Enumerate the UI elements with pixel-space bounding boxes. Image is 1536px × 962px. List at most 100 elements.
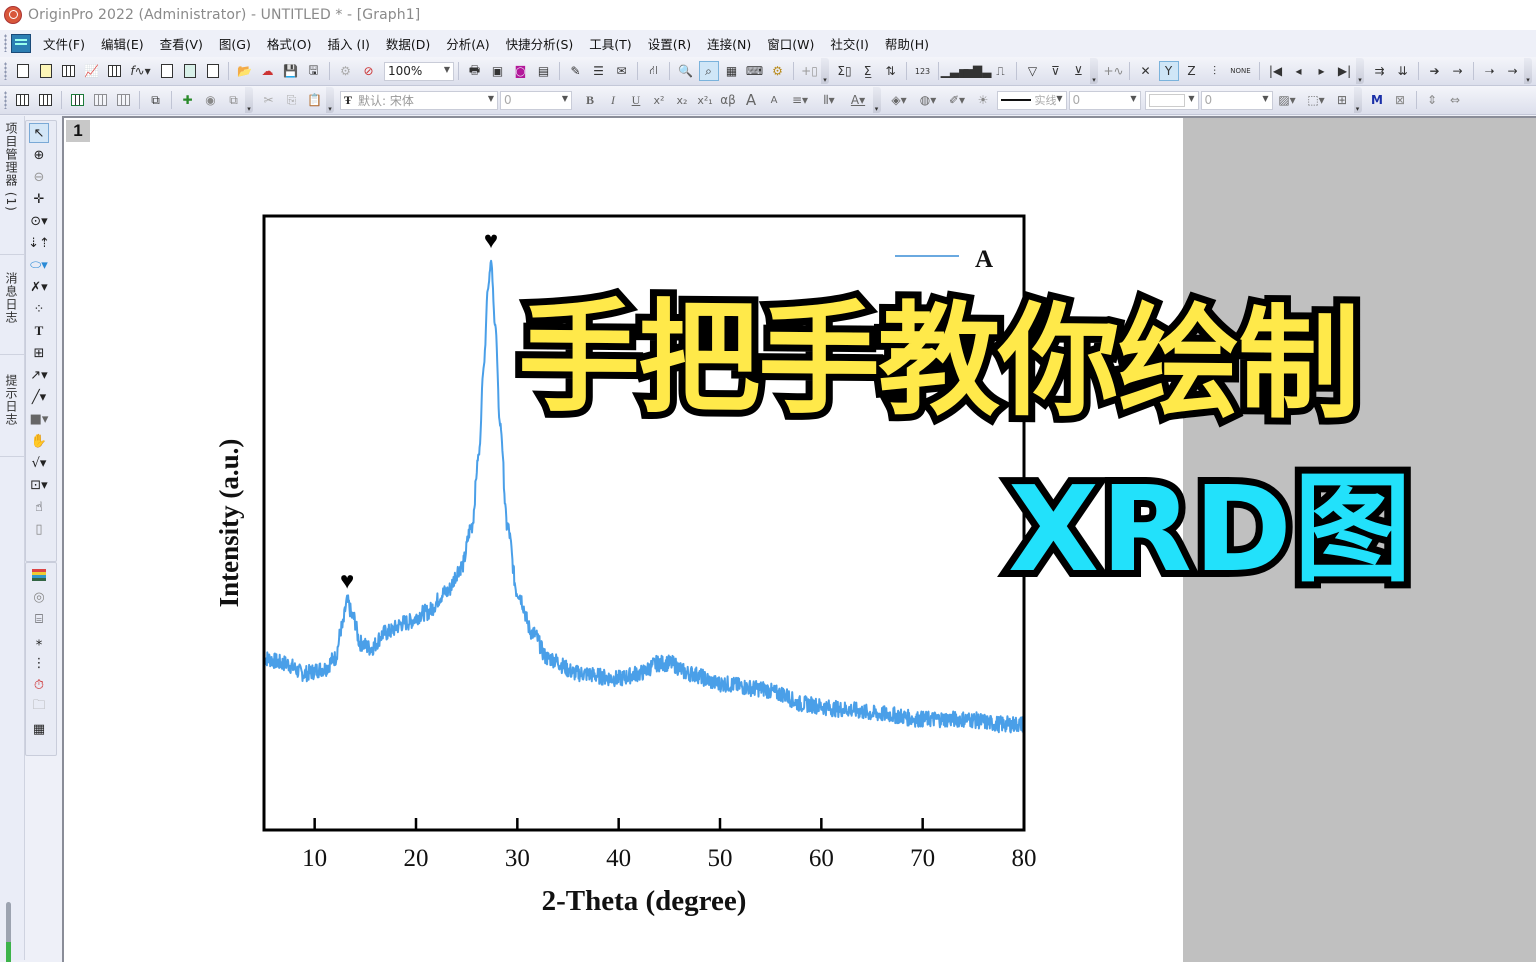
toolbar-options-button[interactable]: ▾ <box>821 58 829 84</box>
set-none-button[interactable]: NONE <box>1228 61 1254 81</box>
arrow-head-button[interactable]: ➔ <box>1425 61 1445 81</box>
arrow-end-button[interactable]: → <box>1503 61 1523 81</box>
filter-button[interactable]: ▽ <box>1023 61 1043 81</box>
menu-tools[interactable]: 工具(T) <box>589 34 631 53</box>
line-style-select[interactable]: 实线 ▼ <box>996 90 1067 110</box>
menu-insert[interactable]: 插入 (I) <box>327 34 369 53</box>
cloud-download-button[interactable]: ☁ <box>258 61 278 81</box>
greek-button[interactable]: αβ <box>718 90 738 110</box>
layout-table-button[interactable]: ⊞ <box>1332 90 1352 110</box>
message-log-button[interactable]: ✉ <box>612 61 632 81</box>
baseline-button[interactable]: +∿ <box>1103 61 1123 81</box>
recalculate-button[interactable]: ⚙ <box>336 61 356 81</box>
statistics-button[interactable]: Σ̲ <box>858 61 878 81</box>
vertical-offset-button[interactable]: ⇕ <box>1422 90 1442 110</box>
move-right-button[interactable]: ⇉ <box>1370 61 1390 81</box>
toolbar-options-button[interactable]: ▾ <box>1090 58 1098 84</box>
previous-button[interactable]: ◂ <box>1289 61 1309 81</box>
menu-data[interactable]: 数据(D) <box>386 34 430 53</box>
toolbar-options-button[interactable]: ▾ <box>1353 87 1362 113</box>
new-workbook-button[interactable] <box>59 61 79 81</box>
text-tool[interactable]: T <box>29 321 49 341</box>
menu-quick-analysis[interactable]: 快捷分析(S) <box>506 34 574 53</box>
set-z-button[interactable]: Z <box>1182 61 1202 81</box>
pattern-fill-button[interactable]: ◍▾ <box>915 90 941 110</box>
video-button[interactable]: ▤ <box>534 61 554 81</box>
first-button[interactable]: |◀ <box>1266 61 1286 81</box>
save-template-button[interactable]: 🖫 <box>304 61 324 81</box>
decrease-font-button[interactable]: A <box>764 90 784 110</box>
new-graph-button[interactable]: 📈 <box>82 61 102 81</box>
menu-file[interactable]: 文件(F) <box>43 34 85 53</box>
new-project-button[interactable] <box>13 61 33 81</box>
print-button[interactable]: 🖶 <box>465 61 485 81</box>
font-color-button[interactable]: A▾ <box>845 90 871 110</box>
new-layout-button[interactable] <box>157 61 177 81</box>
object-tool[interactable]: ▯ <box>29 519 49 539</box>
arrow-mid-button[interactable]: ➝ <box>1480 61 1500 81</box>
save-button[interactable]: 💾 <box>281 61 301 81</box>
bold-button[interactable]: B <box>580 90 600 110</box>
new-matrix-button[interactable] <box>105 61 125 81</box>
font-size-select[interactable]: 0 ▼ <box>500 90 572 110</box>
export-button[interactable]: ◙ <box>511 61 531 81</box>
menu-graph[interactable]: 图(G) <box>219 34 251 53</box>
color-scheme-tool[interactable] <box>29 565 49 585</box>
draw-data-tool[interactable]: ⁘ <box>29 299 49 319</box>
menu-connect[interactable]: 连接(N) <box>707 34 751 53</box>
border-button[interactable]: ⬚▾ <box>1303 90 1329 110</box>
cut-button[interactable]: ✂ <box>259 90 279 110</box>
rectangle-tool[interactable]: ■▾ <box>29 409 49 429</box>
menu-format[interactable]: 格式(O) <box>267 34 312 53</box>
increase-font-button[interactable]: A <box>741 90 761 110</box>
scale-bar-tool[interactable]: ⋮ <box>29 653 49 673</box>
import-excel-button[interactable] <box>68 90 88 110</box>
command-window-button[interactable]: ⌨ <box>745 61 765 81</box>
hand-tool[interactable]: ✋ <box>29 431 49 451</box>
toolbar-grip[interactable] <box>4 62 7 80</box>
menu-help[interactable]: 帮助(H) <box>885 34 929 53</box>
step-chart-button[interactable]: ⎍ <box>991 61 1011 81</box>
annotation-tool[interactable]: ⊞ <box>29 343 49 363</box>
menu-edit[interactable]: 编辑(E) <box>101 34 144 53</box>
line-tool[interactable]: ╱▾ <box>29 387 49 407</box>
project-info-tool[interactable]: 🗀 <box>29 697 49 717</box>
add-column-button[interactable]: +▯ <box>800 61 820 81</box>
zoom-select[interactable]: 100% ▼ <box>384 61 454 81</box>
set-x-button[interactable]: ✕ <box>1136 61 1156 81</box>
horizontal-offset-button[interactable]: ⇔ <box>1445 90 1465 110</box>
mask-tool[interactable]: ✗▾ <box>29 277 49 297</box>
align-button[interactable]: ≡▾ <box>787 90 813 110</box>
copy-format-button[interactable]: ⧉ <box>224 90 244 110</box>
reapply-filter-button[interactable]: ⊻ <box>1069 61 1089 81</box>
pattern-button[interactable]: ⦀▾ <box>816 90 842 110</box>
import-numbers-button[interactable] <box>36 90 56 110</box>
new-function-button[interactable]: f∿▾ <box>128 61 154 81</box>
fill-color-button[interactable]: ◈▾ <box>886 90 912 110</box>
toolbar-grip[interactable] <box>4 34 7 52</box>
move-layer-tool[interactable]: ☝ <box>29 497 49 517</box>
project-icon[interactable] <box>11 33 31 53</box>
toolbar-options-button[interactable]: ▾ <box>872 87 881 113</box>
toolbar-options-button[interactable]: ▾ <box>245 87 253 113</box>
line-color-button[interactable]: ✐▾ <box>944 90 970 110</box>
light-button[interactable]: ☀ <box>973 90 993 110</box>
line-width-select[interactable]: 0 ▼ <box>1068 90 1141 110</box>
slideshow-button[interactable]: ▣ <box>488 61 508 81</box>
toolbar-options-button[interactable]: ▾ <box>1524 58 1532 84</box>
code-builder-button[interactable]: ✎ <box>566 61 586 81</box>
pointer-tool[interactable]: ↖ <box>29 123 49 143</box>
data-reader-button[interactable]: ⌕ <box>698 61 719 81</box>
toolbar-grip[interactable] <box>4 91 7 109</box>
import-button[interactable] <box>13 90 33 110</box>
menu-settings[interactable]: 设置(R) <box>648 34 691 53</box>
font-select[interactable]: Ŧ 默认: 宋体 ▼ <box>340 90 498 110</box>
pattern-value-select[interactable]: 0 ▼ <box>1200 90 1273 110</box>
tab-message-log[interactable]: 消息日志 <box>3 272 20 324</box>
region-tool[interactable]: ⬭▾ <box>29 255 49 275</box>
toolbar-options-button[interactable]: ▾ <box>1356 58 1364 84</box>
new-excel-button[interactable] <box>203 61 223 81</box>
equation-tool[interactable]: √▾ <box>29 453 49 473</box>
arrow-tool[interactable]: ↗▾ <box>29 365 49 385</box>
color-select[interactable]: ▼ <box>1144 90 1199 110</box>
